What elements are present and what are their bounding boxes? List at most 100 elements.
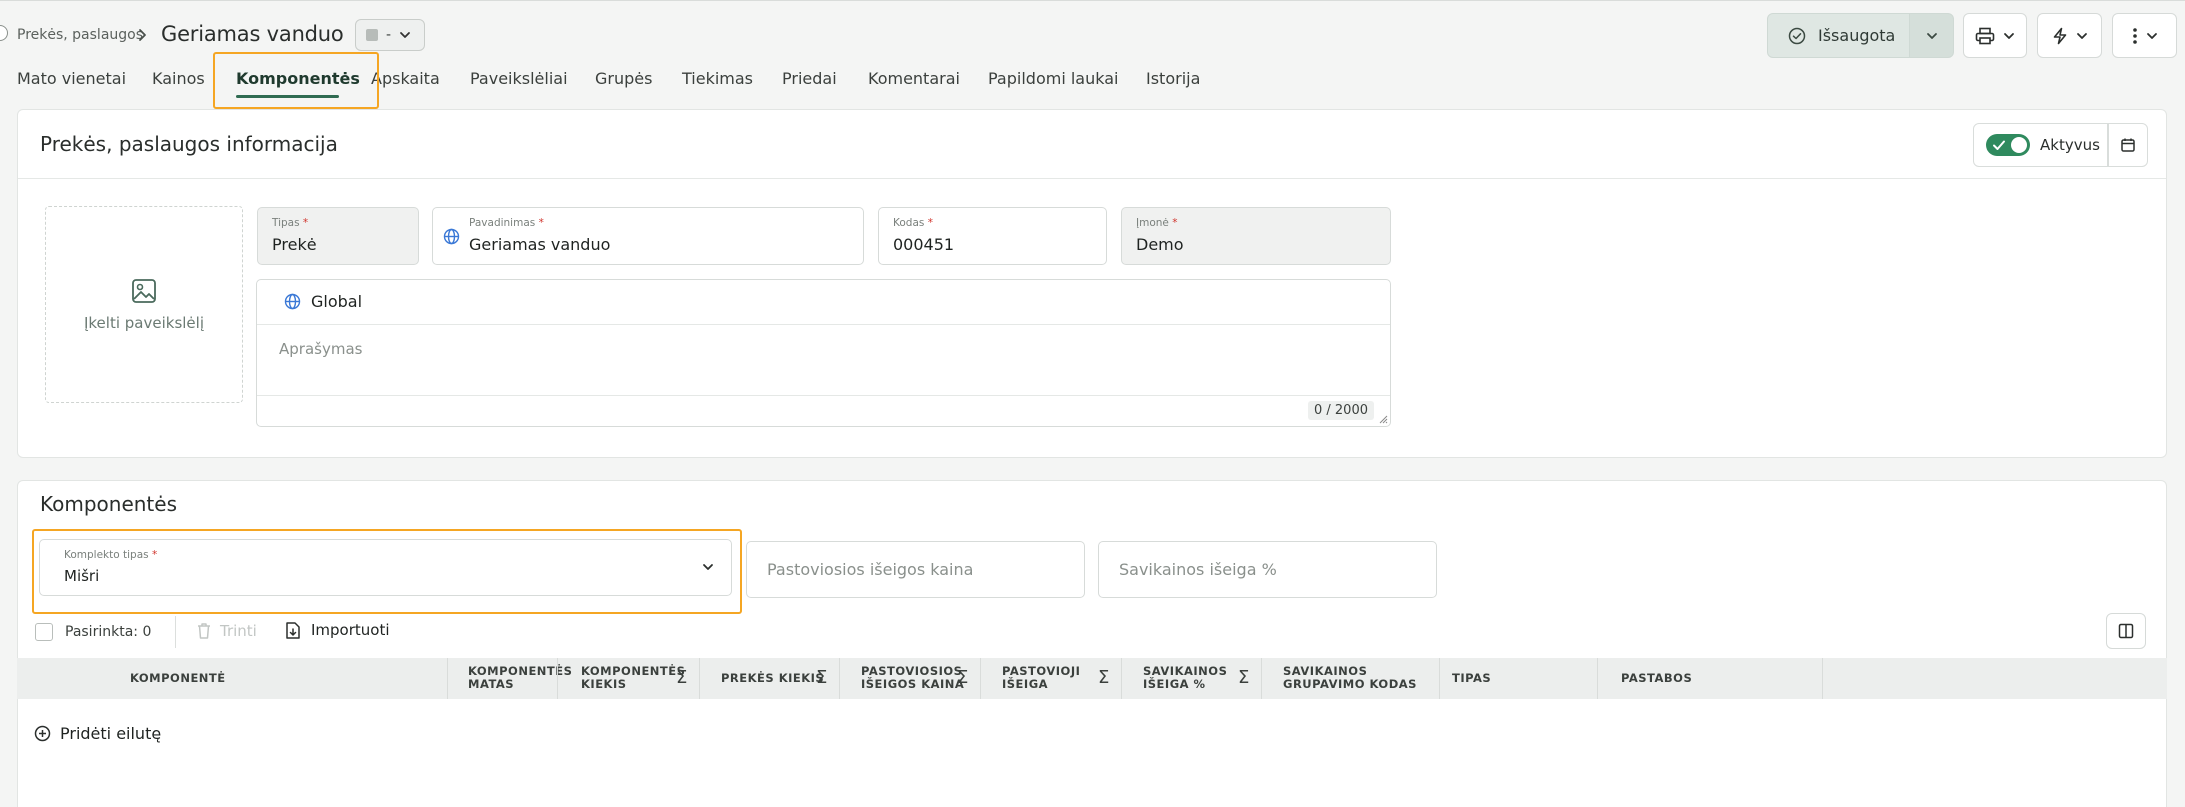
info-card-title: Prekės, paslaugos informacija bbox=[40, 132, 338, 156]
tab-priedai[interactable]: Priedai bbox=[782, 69, 837, 88]
globe-icon bbox=[284, 293, 301, 310]
tab-komentarai[interactable]: Komentarai bbox=[868, 69, 960, 88]
description-bottom-divider bbox=[257, 395, 1390, 396]
selected-count: Pasirinkta: 0 bbox=[65, 624, 152, 640]
col-component[interactable]: KOMPONENTĖ bbox=[130, 672, 226, 685]
col-cost-group-code[interactable]: SAVIKAINOS GRUPAVIMO KODAS bbox=[1283, 665, 1417, 691]
type-field[interactable]: Tipas * Prekė bbox=[257, 207, 419, 265]
company-field[interactable]: Įmonė * Demo bbox=[1121, 207, 1391, 265]
code-label: Kodas * bbox=[893, 217, 933, 229]
calendar-button[interactable] bbox=[2108, 123, 2148, 167]
import-button[interactable]: Importuoti bbox=[311, 621, 390, 639]
toggle-switch[interactable] bbox=[1986, 134, 2030, 156]
upload-image-label: Įkelti paveikslėlį bbox=[83, 313, 204, 332]
company-label: Įmonė * bbox=[1136, 217, 1178, 229]
more-vertical-icon bbox=[2132, 27, 2138, 45]
chevron-down-icon bbox=[2003, 31, 2015, 41]
code-field[interactable]: Kodas * 000451 bbox=[878, 207, 1107, 265]
file-import-icon bbox=[285, 621, 301, 640]
saved-label: Išsaugota bbox=[1818, 26, 1896, 45]
char-counter: 0 / 2000 bbox=[1308, 401, 1374, 420]
tab-tiekimas[interactable]: Tiekimas bbox=[682, 69, 753, 88]
name-field[interactable]: Pavadinimas * Geriamas vanduo bbox=[432, 207, 864, 265]
type-value: Prekė bbox=[272, 235, 317, 254]
lightning-icon bbox=[2052, 27, 2068, 45]
chevron-right-icon bbox=[137, 28, 149, 42]
col-product-qty[interactable]: PREKĖS KIEKIS bbox=[721, 672, 824, 685]
language-tab[interactable]: Global bbox=[311, 292, 362, 311]
tab-paveiksleliai[interactable]: Paveikslėliai bbox=[470, 69, 568, 88]
tab-grupes[interactable]: Grupės bbox=[595, 69, 652, 88]
delete-button[interactable]: Trinti bbox=[220, 622, 257, 640]
sum-icon[interactable]: Σ bbox=[816, 667, 827, 688]
tab-kainos[interactable]: Kainos bbox=[152, 69, 205, 88]
description-divider bbox=[257, 324, 1390, 325]
sum-icon[interactable]: Σ bbox=[1238, 667, 1249, 688]
columns-toggle-button[interactable] bbox=[2106, 613, 2146, 649]
chevron-down-icon bbox=[399, 30, 411, 40]
back-circle-icon[interactable] bbox=[0, 25, 8, 41]
tab-highlight-frame bbox=[213, 52, 379, 109]
print-button[interactable] bbox=[1963, 13, 2027, 58]
chevron-down-icon bbox=[701, 562, 715, 572]
company-value: Demo bbox=[1136, 235, 1184, 254]
columns-icon bbox=[2118, 623, 2134, 639]
col-component-qty[interactable]: KOMPONENTĖS KIEKIS bbox=[581, 665, 685, 691]
check-icon bbox=[1993, 140, 2005, 150]
col-type[interactable]: TIPAS bbox=[1452, 672, 1491, 685]
image-upload-area[interactable]: Įkelti paveikslėlį bbox=[45, 206, 243, 403]
col-fixed-output-price[interactable]: PASTOVIOSIOS IŠEIGOS KAINA bbox=[861, 665, 964, 691]
image-icon bbox=[131, 278, 157, 304]
chevron-down-icon bbox=[2146, 31, 2158, 41]
kit-type-value: Mišri bbox=[64, 567, 100, 585]
info-card-divider bbox=[18, 178, 2166, 179]
type-label: Tipas * bbox=[272, 217, 309, 229]
name-label: Pavadinimas * bbox=[469, 217, 544, 229]
status-value: - bbox=[386, 27, 392, 43]
chevron-down-icon bbox=[1926, 32, 1937, 39]
globe-icon[interactable] bbox=[443, 228, 460, 245]
active-label: Aktyvus bbox=[2040, 136, 2100, 154]
sum-icon[interactable]: Σ bbox=[1098, 667, 1109, 688]
cost-output-input[interactable]: Savikainos išeiga % bbox=[1098, 541, 1437, 598]
kit-type-label: Komplekto tipas * bbox=[64, 549, 158, 561]
plus-circle-icon bbox=[34, 725, 51, 742]
tab-papildomi-laukai[interactable]: Papildomi laukai bbox=[988, 69, 1118, 88]
add-row-button[interactable]: Pridėti eilutę bbox=[60, 724, 161, 743]
name-value: Geriamas vanduo bbox=[469, 235, 611, 254]
check-circle-icon bbox=[1788, 27, 1806, 45]
actions-button[interactable] bbox=[2037, 13, 2102, 58]
top-border bbox=[0, 0, 2185, 1]
description-box[interactable]: Global Aprašymas 0 / 2000 bbox=[256, 279, 1391, 427]
kit-type-select[interactable]: Komplekto tipas * Mišri bbox=[39, 539, 732, 596]
status-select[interactable]: - bbox=[355, 19, 425, 51]
save-options-button[interactable] bbox=[1910, 13, 1954, 58]
col-notes[interactable]: PASTABOS bbox=[1621, 672, 1692, 685]
more-button[interactable] bbox=[2112, 13, 2177, 58]
col-fixed-output[interactable]: PASTOVIOJI IŠEIGA bbox=[1002, 665, 1080, 691]
select-all-checkbox[interactable] bbox=[35, 623, 53, 641]
page-title: Geriamas vanduo bbox=[161, 22, 344, 46]
printer-icon bbox=[1975, 27, 1995, 45]
active-toggle[interactable]: Aktyvus bbox=[1973, 123, 2108, 167]
saved-button[interactable]: Išsaugota bbox=[1767, 13, 1910, 58]
tab-mato-vienetai[interactable]: Mato vienetai bbox=[17, 69, 126, 88]
toolbar-divider bbox=[175, 616, 176, 648]
chevron-down-icon bbox=[2076, 31, 2088, 41]
sum-icon[interactable]: Σ bbox=[957, 667, 968, 688]
tab-apskaita[interactable]: Apskaita bbox=[371, 69, 440, 88]
col-cost-output-pct[interactable]: SAVIKAINOS IŠEIGA % bbox=[1143, 665, 1227, 691]
fixed-output-price-input[interactable]: Pastoviosios išeigos kaina bbox=[746, 541, 1085, 598]
cost-output-placeholder: Savikainos išeiga % bbox=[1119, 560, 1277, 579]
trash-icon bbox=[196, 622, 212, 640]
components-card-title: Komponentės bbox=[40, 492, 177, 516]
description-placeholder[interactable]: Aprašymas bbox=[279, 340, 362, 358]
tab-istorija[interactable]: Istorija bbox=[1146, 69, 1200, 88]
sum-icon[interactable]: Σ bbox=[676, 667, 687, 688]
calendar-icon bbox=[2121, 138, 2135, 152]
status-square-icon bbox=[366, 29, 378, 41]
resize-handle-icon[interactable] bbox=[1378, 414, 1388, 424]
breadcrumb-parent[interactable]: Prekės, paslaugos bbox=[17, 27, 143, 43]
table-header: KOMPONENTĖ KOMPONENTĖS MATAS KOMPONENTĖS K… bbox=[17, 658, 2167, 699]
code-value: 000451 bbox=[893, 235, 955, 254]
